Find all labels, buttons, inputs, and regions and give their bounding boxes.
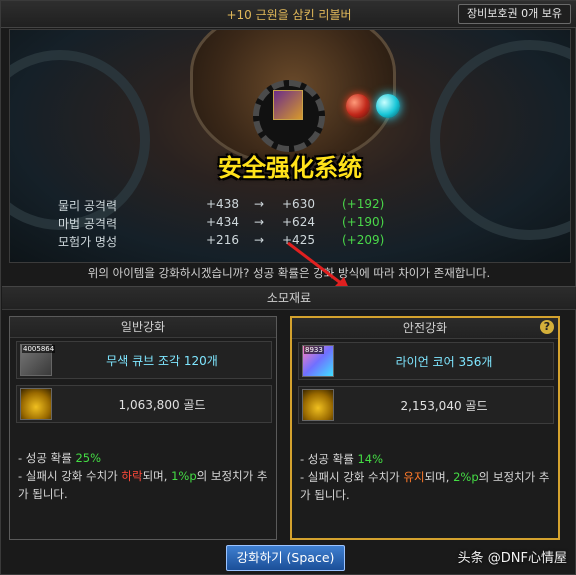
fail-rule-line: - 실패시 강화 수치가 유지되며, 2%p의 보정치가 추가 됩니다.: [300, 468, 550, 504]
stat-name: 모험가 명성: [58, 235, 118, 249]
stat-current: +434: [206, 215, 239, 229]
help-icon[interactable]: ?: [540, 320, 554, 334]
arrow-right-icon: →: [254, 215, 265, 229]
stat-name: 마법 공격력: [58, 217, 118, 231]
gold-icon: [20, 388, 52, 420]
gold-cost-row: 1,063,800 골드: [16, 385, 272, 423]
lion-core-icon: 8933: [302, 345, 334, 377]
safe-enhance-system-title: 安全强化系统: [218, 154, 362, 182]
fail-effect: 유지: [403, 470, 425, 484]
gold-cost-label: 2,153,040 골드: [400, 399, 488, 413]
panel-title: 일반강화: [10, 317, 276, 338]
bonus-rate: 2%p: [453, 470, 479, 484]
item-quantity: 4005864: [22, 345, 56, 353]
stat-current: +216: [206, 233, 239, 247]
note-text: - 실패시 강화 수치가: [18, 469, 122, 483]
weapon-item-icon[interactable]: [273, 90, 303, 120]
note-text: - 실패시 강화 수치가: [300, 470, 404, 484]
fail-rule-line: - 실패시 강화 수치가 하락되며, 1%p의 보정치가 추가 됩니다.: [18, 467, 268, 503]
bonus-rate: 1%p: [171, 469, 197, 483]
success-rate: 14%: [357, 452, 383, 466]
stat-next: +630: [282, 197, 315, 211]
normal-enhance-panel[interactable]: 일반강화 4005864 무색 큐브 조각 120개 1,063,800 골드 …: [9, 316, 277, 540]
item-quantity: 8933: [304, 346, 324, 354]
gold-cost-label: 1,063,800 골드: [118, 398, 206, 412]
material-item-label: 무색 큐브 조각 120개: [106, 354, 218, 368]
enhance-button[interactable]: 강화하기 (Space): [226, 545, 345, 571]
stat-diff: (+190): [342, 215, 385, 229]
enhance-scene: 安全强化系统 물리 공격력 +438 → +630 (+192) 마법 공격력 …: [9, 29, 571, 263]
material-item-row: 8933 라이언 코어 356개: [298, 342, 554, 380]
arrow-right-icon: →: [254, 197, 265, 211]
gold-icon: [302, 389, 334, 421]
note-text: 되며,: [142, 469, 172, 483]
protection-voucher-count: 장비보호권 0개 보유: [458, 4, 571, 24]
stat-row: 물리 공격력 +438 → +630 (+192): [58, 195, 558, 213]
note-text: 되며,: [424, 470, 454, 484]
title-bar: +10 근원을 삼킨 리볼버 장비보호권 0개 보유: [1, 1, 576, 28]
cube-fragment-icon: 4005864: [20, 344, 56, 376]
note-text: - 성공 확률: [300, 452, 358, 466]
enhance-notes: - 성공 확률 14% - 실패시 강화 수치가 유지되며, 2%p의 보정치가…: [300, 450, 550, 504]
red-orb-icon: [346, 94, 370, 118]
stat-row: 마법 공격력 +434 → +624 (+190): [58, 213, 558, 231]
safe-enhance-panel[interactable]: 안전강화 ? 8933 라이언 코어 356개 2,153,040 골드 - 성…: [290, 316, 560, 540]
success-rate-line: - 성공 확률 14%: [300, 450, 550, 468]
enhance-notes: - 성공 확률 25% - 실패시 강화 수치가 하락되며, 1%p의 보정치가…: [18, 449, 268, 503]
note-text: - 성공 확률: [18, 451, 76, 465]
enhance-window: +10 근원을 삼킨 리볼버 장비보호권 0개 보유 安全强化系统 물리 공격력…: [0, 0, 576, 575]
materials-header: 소모재료: [2, 286, 576, 310]
material-item-row: 4005864 무색 큐브 조각 120개: [16, 341, 272, 379]
success-rate: 25%: [75, 451, 101, 465]
stat-name: 물리 공격력: [58, 199, 118, 213]
fail-effect: 하락: [121, 469, 143, 483]
stat-diff: (+192): [342, 197, 385, 211]
stat-current: +438: [206, 197, 239, 211]
material-item-label: 라이언 코어 356개: [395, 355, 493, 369]
watermark: 头条 @DNF心情屋: [457, 551, 567, 566]
arrow-right-icon: →: [254, 233, 265, 247]
cyan-orb-icon: [376, 94, 400, 118]
panel-title: 안전강화: [292, 318, 558, 339]
stat-next: +624: [282, 215, 315, 229]
gold-cost-row: 2,153,040 골드: [298, 386, 554, 424]
success-rate-line: - 성공 확률 25%: [18, 449, 268, 467]
